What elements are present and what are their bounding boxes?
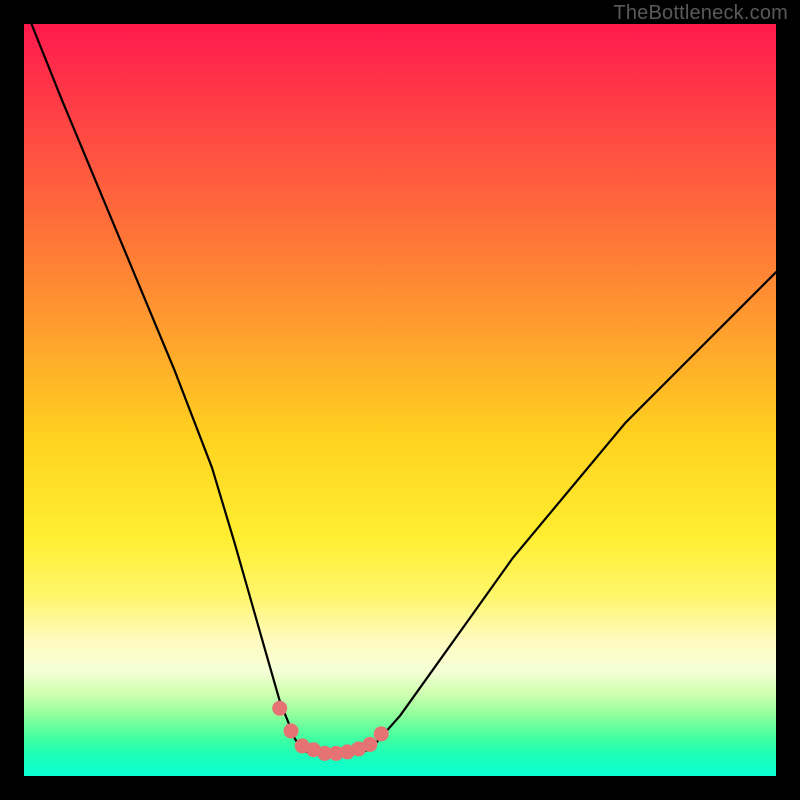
curve-layer xyxy=(24,24,776,776)
highlight-dot xyxy=(272,701,287,716)
highlight-dots xyxy=(272,701,389,761)
chart-frame: TheBottleneck.com xyxy=(0,0,800,800)
highlight-dot xyxy=(362,737,377,752)
bottleneck-curve-path xyxy=(32,24,777,753)
plot-area xyxy=(24,24,776,776)
watermark-text: TheBottleneck.com xyxy=(613,2,788,25)
highlight-dot xyxy=(284,723,299,738)
bottleneck-curve xyxy=(32,24,777,753)
highlight-dot xyxy=(374,726,389,741)
